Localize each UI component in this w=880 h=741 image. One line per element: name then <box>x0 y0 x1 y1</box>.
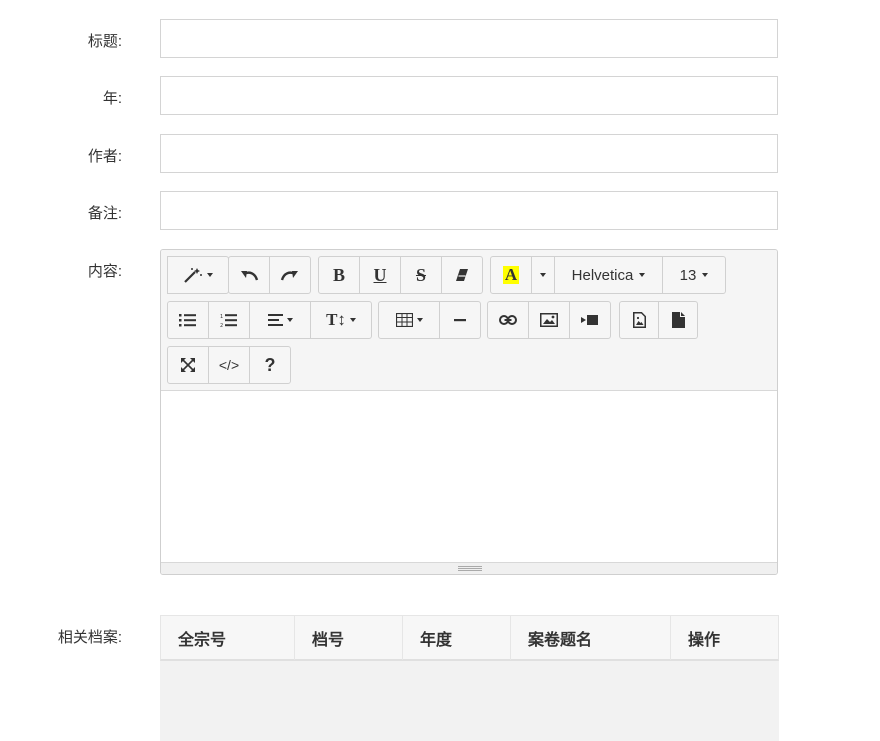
eraser-icon <box>455 268 469 282</box>
title-input[interactable] <box>160 19 778 58</box>
insert-group <box>487 301 611 339</box>
image-file-icon <box>632 312 646 328</box>
year-label: 年: <box>102 90 122 107</box>
column-header-file-number: 档号 <box>295 616 403 660</box>
svg-text:1: 1 <box>220 314 223 320</box>
align-left-icon <box>267 314 283 326</box>
fullscreen-icon <box>181 358 195 372</box>
horizontal-rule-icon <box>454 318 466 322</box>
caret-down-icon <box>639 273 646 277</box>
unordered-list-icon <box>179 313 197 327</box>
redo-icon <box>280 268 300 282</box>
magic-wand-style-button[interactable] <box>167 256 229 294</box>
align-dropdown[interactable] <box>249 301 311 339</box>
insert-video-button[interactable] <box>569 301 611 339</box>
related-archives-label: 相关档案: <box>57 629 122 646</box>
color-font-group: A Helvetica 13 <box>490 256 726 294</box>
history-group <box>228 256 311 294</box>
unordered-list-button[interactable] <box>167 301 209 339</box>
horizontal-rule-button[interactable] <box>439 301 481 339</box>
underline-button[interactable]: U <box>359 256 401 294</box>
resize-grip-icon <box>458 566 482 571</box>
help-button[interactable]: ? <box>249 346 291 384</box>
related-archives-table: 全宗号 档号 年度 案卷题名 操作 <box>160 615 779 741</box>
content-label: 内容: <box>87 263 122 280</box>
undo-icon <box>239 268 259 282</box>
table-header: 全宗号 档号 年度 案卷题名 操作 <box>160 615 779 661</box>
text-height-icon: T↕ <box>326 310 346 329</box>
editor-content-area[interactable] <box>161 390 777 562</box>
ordered-list-button[interactable]: 12 <box>208 301 250 339</box>
font-family-value: Helvetica <box>571 266 634 284</box>
text-color-dropdown[interactable] <box>531 256 555 294</box>
redo-button[interactable] <box>269 256 311 294</box>
magic-wand-icon <box>183 267 203 283</box>
caret-down-icon <box>349 318 356 322</box>
insert-file-button[interactable] <box>658 301 698 339</box>
year-input[interactable] <box>160 76 778 115</box>
font-style-group: B U S <box>318 256 483 294</box>
title-label: 标题: <box>87 33 122 50</box>
file-icon <box>671 312 685 328</box>
clear-format-button[interactable] <box>441 256 483 294</box>
text-color-button[interactable]: A <box>490 256 532 294</box>
caret-down-icon <box>702 273 709 277</box>
paragraph-group: 12 T↕ <box>167 301 372 339</box>
column-header-year: 年度 <box>403 616 511 660</box>
editor-toolbar: B U S A Helvetica 13 1 2 T↕ </> ? <box>161 250 777 390</box>
table-dropdown[interactable] <box>378 301 440 339</box>
line-height-dropdown[interactable]: T↕ <box>310 301 372 339</box>
text-color-a: A <box>502 265 520 284</box>
font-family-dropdown[interactable]: Helvetica <box>554 256 663 294</box>
column-header-fonds-number: 全宗号 <box>161 616 295 660</box>
code-icon: </> <box>218 357 240 373</box>
editor-resize-handle[interactable] <box>161 562 777 574</box>
column-header-actions: 操作 <box>688 632 721 649</box>
file-group <box>619 301 698 339</box>
insert-link-button[interactable] <box>487 301 529 339</box>
picture-icon <box>540 313 558 327</box>
bold-button[interactable]: B <box>318 256 360 294</box>
link-icon <box>499 315 517 325</box>
note-input[interactable] <box>160 191 778 230</box>
strikethrough-button[interactable]: S <box>400 256 442 294</box>
help-icon: ? <box>264 354 276 375</box>
note-label: 备注: <box>87 205 122 222</box>
column-header-file-title: 案卷题名 <box>511 616 671 660</box>
insert-picture-button[interactable] <box>528 301 570 339</box>
view-group: </> ? <box>167 346 291 384</box>
caret-down-icon <box>540 273 546 277</box>
code-view-button[interactable]: </> <box>208 346 250 384</box>
caret-down-icon <box>207 273 213 277</box>
table-group <box>378 301 481 339</box>
font-size-dropdown[interactable]: 13 <box>662 256 726 294</box>
author-label: 作者: <box>87 148 122 165</box>
svg-text:2: 2 <box>220 323 223 328</box>
caret-down-icon <box>416 318 423 322</box>
font-size-value: 13 <box>679 266 697 284</box>
video-icon <box>581 315 599 325</box>
caret-down-icon <box>286 318 293 322</box>
table-icon <box>395 313 413 327</box>
ordered-list-icon: 12 <box>220 313 238 328</box>
author-input[interactable] <box>160 134 778 173</box>
style-group <box>167 256 229 294</box>
rich-text-editor: B U S A Helvetica 13 1 2 T↕ </> ? <box>160 249 778 575</box>
fullscreen-button[interactable] <box>167 346 209 384</box>
undo-button[interactable] <box>228 256 270 294</box>
insert-image-file-button[interactable] <box>619 301 659 339</box>
